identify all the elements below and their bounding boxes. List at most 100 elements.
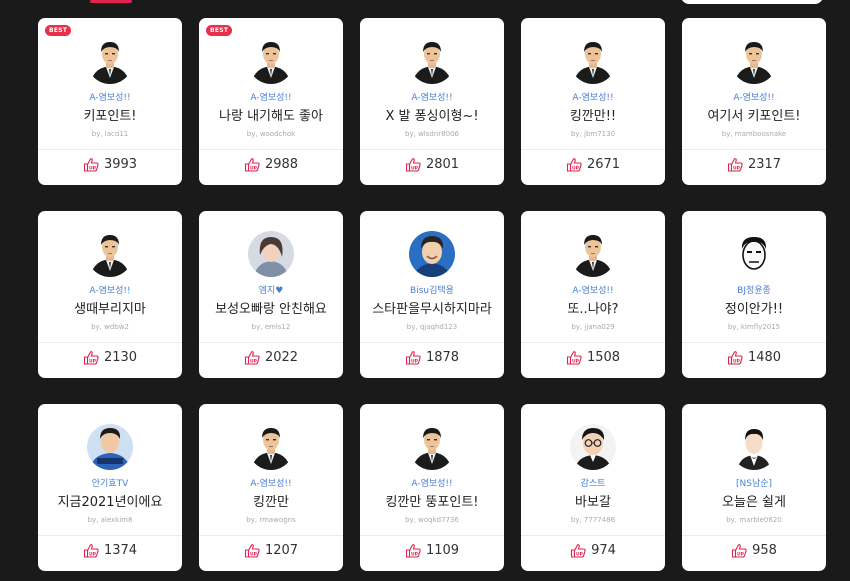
clip-title[interactable]: 지금2021년이에요 xyxy=(58,494,163,511)
clip-title[interactable]: 바보갈 xyxy=(575,494,611,511)
thumbs-up-icon[interactable] xyxy=(244,543,261,558)
clip-card[interactable]: A-염보성!! X 발 퐁싱이형~! by, wlsdnr8006 2801 xyxy=(360,18,504,185)
clip-title[interactable]: 또..나야? xyxy=(567,301,618,318)
clip-grid: BEST A-염보성!! 키포인트! by, lacd11 3993 BEST … xyxy=(38,18,826,571)
man-suit-avatar xyxy=(570,38,616,84)
tuxedo-man-avatar xyxy=(731,424,777,470)
vote-area[interactable]: 974 xyxy=(521,543,665,558)
thumbs-up-icon[interactable] xyxy=(83,543,100,558)
clip-author: by, qjaqhd123 xyxy=(406,323,458,331)
best-badge: BEST xyxy=(206,25,233,36)
vote-area[interactable]: 2988 xyxy=(199,157,343,172)
clip-title[interactable]: 여기서 키포인트! xyxy=(707,108,800,125)
thumbs-up-icon[interactable] xyxy=(83,157,100,172)
card-divider xyxy=(521,149,665,150)
clip-card[interactable]: BEST A-염보성!! 나랑 내기해도 좋아 by, woodchok 298… xyxy=(199,18,343,185)
clip-title[interactable]: 킹깐만 뚱포인트! xyxy=(385,494,478,511)
streamer-name-link[interactable]: A-염보성!! xyxy=(733,93,774,104)
streamer-name-link[interactable]: BJ정윤종 xyxy=(737,286,771,297)
vote-area[interactable]: 3993 xyxy=(38,157,182,172)
vote-area[interactable]: 2801 xyxy=(360,157,504,172)
streamer-name-link[interactable]: A-염보성!! xyxy=(572,93,613,104)
vote-area[interactable]: 2317 xyxy=(682,157,826,172)
clip-title[interactable]: 키포인트! xyxy=(83,108,136,125)
streamer-name-link[interactable]: [NS남순] xyxy=(736,479,772,490)
card-divider xyxy=(360,342,504,343)
card-divider xyxy=(682,342,826,343)
thumbs-up-icon[interactable] xyxy=(566,157,583,172)
vote-area[interactable]: 958 xyxy=(682,543,826,558)
streamer-name-link[interactable]: 감스트 xyxy=(581,479,606,490)
clip-title[interactable]: X 발 퐁싱이형~! xyxy=(385,108,478,125)
clip-author: by, mamboosnake xyxy=(721,130,787,138)
woman-photo-avatar xyxy=(248,231,294,277)
clip-card[interactable]: 안기효TV 지금2021년이에요 by, alexkim8 1374 xyxy=(38,404,182,571)
clip-card[interactable]: [NS남순] 오늘은 쉴게 by, marble0620 958 xyxy=(682,404,826,571)
clip-card[interactable]: 엠지♥ 보성오빠랑 안친해요 by, emls12 2022 xyxy=(199,211,343,378)
clip-author: by, wdbw2 xyxy=(91,323,129,331)
top-search-box[interactable] xyxy=(681,0,823,4)
clip-author: by, emls12 xyxy=(251,323,291,331)
thumbs-up-icon[interactable] xyxy=(405,543,422,558)
thumbs-up-icon[interactable] xyxy=(405,157,422,172)
clip-title[interactable]: 킹깐만 xyxy=(253,494,289,511)
vote-area[interactable]: 1109 xyxy=(360,543,504,558)
card-divider xyxy=(521,535,665,536)
streamer-name-link[interactable]: 엠지♥ xyxy=(259,286,284,297)
streamer-name-link[interactable]: A-염보성!! xyxy=(89,93,130,104)
clip-title[interactable]: 오늘은 쉴게 xyxy=(722,494,786,511)
thumbs-up-icon[interactable] xyxy=(405,350,422,365)
vote-area[interactable]: 1374 xyxy=(38,543,182,558)
card-divider xyxy=(360,535,504,536)
clip-card[interactable]: A-염보성!! 또..나야? by, jjana029 1508 xyxy=(521,211,665,378)
vote-area[interactable]: 2671 xyxy=(521,157,665,172)
clip-title[interactable]: 생때부리지마 xyxy=(74,301,146,318)
streamer-name-link[interactable]: A-염보성!! xyxy=(411,479,452,490)
card-divider xyxy=(521,342,665,343)
streamer-name-link[interactable]: A-염보성!! xyxy=(572,286,613,297)
thumbs-up-icon[interactable] xyxy=(244,157,261,172)
clip-card[interactable]: A-염보성!! 킹깐만 by, rmawogns 1207 xyxy=(199,404,343,571)
vote-area[interactable]: 1207 xyxy=(199,543,343,558)
man-suit-avatar xyxy=(87,38,133,84)
blue-shirt-man-avatar xyxy=(87,424,133,470)
man-suit-avatar xyxy=(570,231,616,277)
clip-card[interactable]: BEST A-염보성!! 키포인트! by, lacd11 3993 xyxy=(38,18,182,185)
vote-count: 3993 xyxy=(103,157,138,172)
thumbs-up-icon[interactable] xyxy=(727,157,744,172)
clip-card[interactable]: A-염보성!! 여기서 키포인트! by, mamboosnake 2317 xyxy=(682,18,826,185)
streamer-name-link[interactable]: A-염보성!! xyxy=(250,93,291,104)
clip-title[interactable]: 정이안가!! xyxy=(725,301,783,318)
streamer-name-link[interactable]: A-염보성!! xyxy=(89,286,130,297)
thumbs-up-icon[interactable] xyxy=(570,543,587,558)
vote-count: 974 xyxy=(591,543,616,558)
vote-area[interactable]: 2022 xyxy=(199,350,343,365)
streamer-name-link[interactable]: 안기효TV xyxy=(92,479,129,490)
streamer-name-link[interactable]: A-염보성!! xyxy=(250,479,291,490)
clip-card[interactable]: 감스트 바보갈 by, 7777486 974 xyxy=(521,404,665,571)
clip-title[interactable]: 킹깐만!! xyxy=(570,108,616,125)
vote-area[interactable]: 1508 xyxy=(521,350,665,365)
clip-title[interactable]: 나랑 내기해도 좋아 xyxy=(219,108,323,125)
clip-title[interactable]: 보성오빠랑 안친해요 xyxy=(215,301,327,318)
vote-area[interactable]: 1878 xyxy=(360,350,504,365)
thumbs-up-icon[interactable] xyxy=(566,350,583,365)
clip-card[interactable]: A-염보성!! 킹깐만!! by, jbm7130 2671 xyxy=(521,18,665,185)
streamer-name-link[interactable]: Bisu김택용 xyxy=(410,286,454,297)
clip-author: by, jbm7130 xyxy=(570,130,616,138)
vote-area[interactable]: 1480 xyxy=(682,350,826,365)
thumbs-up-icon[interactable] xyxy=(83,350,100,365)
clip-card[interactable]: BJ정윤종 정이안가!! by, kimfly2015 1480 xyxy=(682,211,826,378)
clip-card[interactable]: A-염보성!! 생때부리지마 by, wdbw2 2130 xyxy=(38,211,182,378)
thumbs-up-icon[interactable] xyxy=(731,543,748,558)
vote-area[interactable]: 2130 xyxy=(38,350,182,365)
clip-title[interactable]: 스타판을무시하지마라 xyxy=(372,301,492,318)
thumbs-up-icon[interactable] xyxy=(727,350,744,365)
vote-count: 2130 xyxy=(103,350,138,365)
clip-card[interactable]: A-염보성!! 킹깐만 뚱포인트! by, woqkd7736 1109 xyxy=(360,404,504,571)
card-divider xyxy=(360,149,504,150)
thumbs-up-icon[interactable] xyxy=(244,350,261,365)
streamer-name-link[interactable]: A-염보성!! xyxy=(411,93,452,104)
clip-card[interactable]: Bisu김택용 스타판을무시하지마라 by, qjaqhd123 1878 xyxy=(360,211,504,378)
card-divider xyxy=(38,342,182,343)
